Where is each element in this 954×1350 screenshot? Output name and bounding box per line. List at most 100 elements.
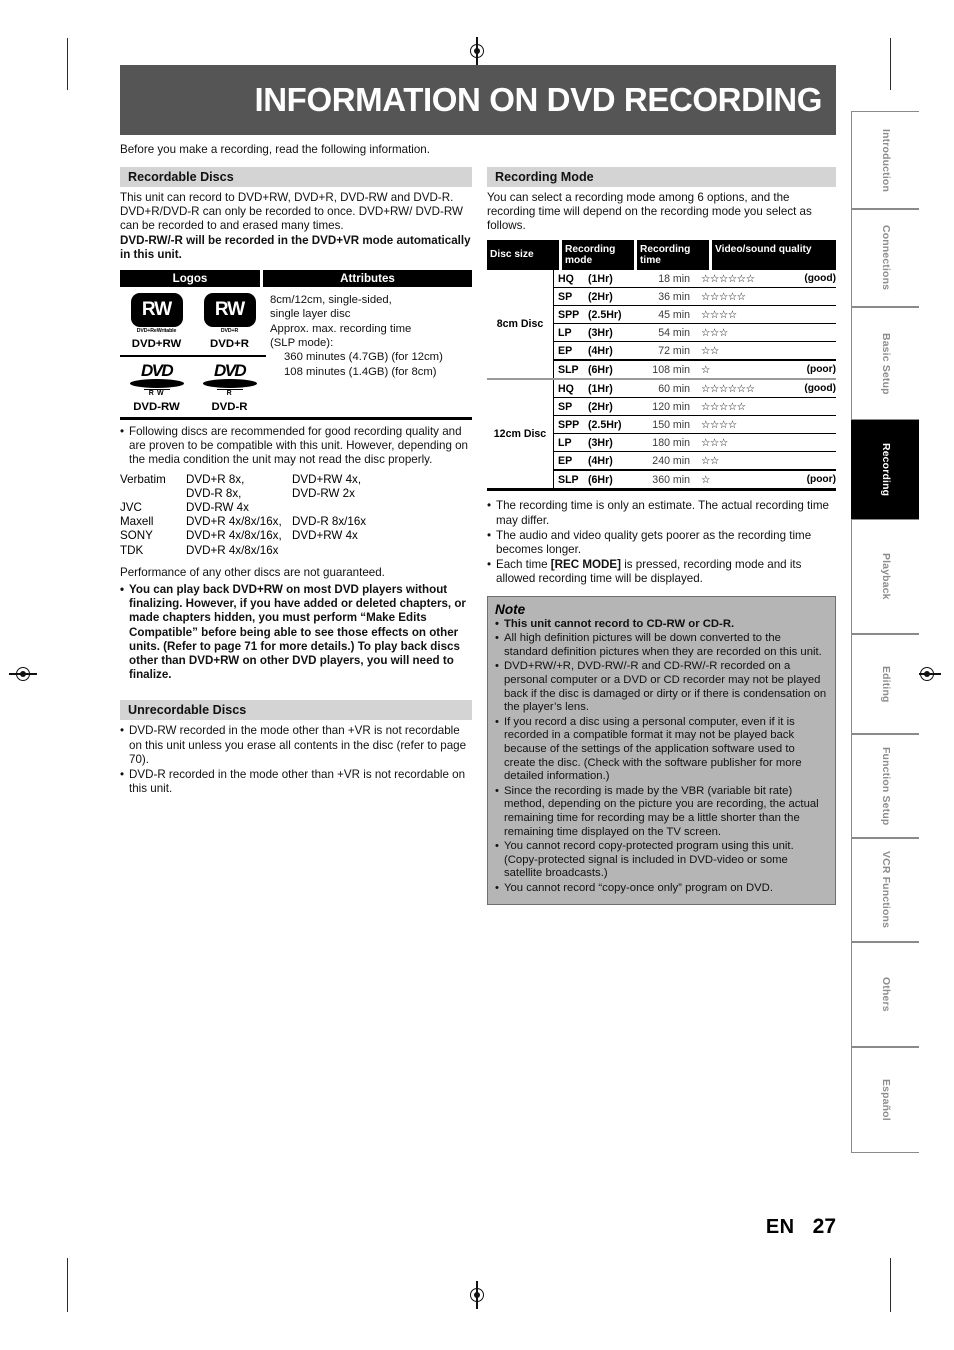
compat-media-2: DVD+RW 4x, (292, 472, 362, 486)
performance-note: Performance of any other discs are not g… (120, 565, 385, 579)
left-column: Recordable Discs This unit can record to… (120, 167, 472, 796)
note-bullet-text: This unit cannot record to CD-RW or CD-R… (504, 617, 735, 630)
mode-name: HQ (558, 382, 574, 395)
compat-media-1: DVD-RW 4x (186, 501, 249, 515)
tab-label: Introduction (880, 128, 891, 192)
tab-label: Basic Setup (880, 332, 891, 395)
rw-logo-icon: RW (203, 293, 256, 328)
registration-mark-right (913, 663, 941, 685)
recording-mode-bullet-text: Each time [REC MODE] is pressed, recordi… (496, 558, 802, 586)
page-number: 27 (812, 1215, 836, 1238)
compat-media-1: DVD+R 4x/8x/16x, (186, 529, 282, 543)
table-group-12cm: 12cm Disc HQ (1Hr) 60 min ☆☆☆☆☆☆ (good) S… (487, 380, 836, 489)
mode-hours: (6Hr) (588, 363, 613, 376)
bullet-marker: • (495, 660, 499, 673)
tab-basic-setup[interactable]: Basic Setup (851, 307, 919, 420)
tab-label: Playback (880, 553, 891, 600)
tab-introduction[interactable]: Introduction (851, 111, 919, 209)
tab-playback[interactable]: Playback (851, 519, 919, 634)
bullet-marker: • (120, 724, 125, 738)
dvd-logo-sublabel: R (216, 389, 243, 397)
recording-mode-bullet: • The audio and video quality gets poore… (487, 529, 836, 557)
time-cell: 36 min (658, 290, 690, 303)
stars-cell: ☆☆☆☆ (701, 419, 737, 431)
recording-mode-table-groups: 8cm Disc HQ (1Hr) 18 min ☆☆☆☆☆☆ (good) SP… (487, 270, 836, 492)
mode-cell: EP (4Hr) (553, 452, 630, 470)
time-cell: 60 min (658, 382, 690, 395)
stars-cell: ☆☆ (701, 345, 719, 357)
rw-logo-sublabel: DVD+R (220, 328, 239, 335)
tab-vcr-functions[interactable]: VCR Functions (851, 838, 919, 942)
dvd-logo-icon: DVD R W (128, 362, 186, 397)
tab-recording[interactable]: Recording (851, 420, 919, 519)
unrecordable-bullet-text: DVD-RW recorded in the mode other than +… (129, 724, 467, 766)
mode-hours: (2Hr) (588, 290, 613, 303)
logos-table-header: Logos Attributes (120, 270, 472, 288)
section-heading-recording-mode: Recording Mode (487, 167, 836, 187)
recording-mode-bullet: • The recording time is only an estimate… (487, 499, 836, 527)
mode-hours: (3Hr) (588, 436, 613, 449)
compat-media-2: DVD+RW 4x (292, 529, 358, 543)
mode-name: SP (558, 400, 573, 413)
note-bullet-text: If you record a disc using a personal co… (504, 715, 802, 783)
stars-cell: ☆☆☆ (701, 437, 728, 449)
rw-logo-icon: RW (130, 293, 183, 328)
mode-hours: (2.5Hr) (588, 418, 622, 431)
crop-line-top-left (67, 38, 69, 90)
unrecordable-bullet: • DVD-R recorded in the mode other than … (120, 768, 472, 796)
table-row: SLP (6Hr) 360 min ☆ (poor) (553, 471, 836, 489)
tab-espanol[interactable]: Español (851, 1047, 919, 1153)
table-row: LP (3Hr) 180 min ☆☆☆ (553, 434, 836, 453)
recommend-note-text: Following discs are recommended for good… (129, 425, 469, 467)
compat-media-1: DVD+R 4x/8x/16x (186, 543, 279, 557)
tab-editing[interactable]: Editing (851, 634, 919, 734)
mode-cell: SP (2Hr) (553, 398, 630, 416)
logo-dvd-plus-rw: RW DVD+ReWritable DVD+RW (120, 293, 193, 350)
page-title-banner: INFORMATION ON DVD RECORDING (120, 65, 836, 135)
recordable-paragraph-bold: DVD-RW/-R will be recorded in the DVD+VR… (120, 233, 471, 261)
unrecordable-bullet-text: DVD-R recorded in the mode other than +V… (129, 768, 466, 796)
header-video-sound-quality: Video/sound quality (712, 239, 836, 271)
logos-cell: RW DVD+ReWritable DVD+RW RW DVD+R DVD+R (120, 293, 266, 413)
note-title: Note (495, 601, 526, 617)
compat-media-2: DVD-R 8x/16x (292, 515, 367, 529)
tab-connections[interactable]: Connections (851, 209, 919, 307)
attributes-column-header: Attributes (263, 270, 472, 288)
logo-dvd-minus-r: DVD R DVD-R (193, 362, 266, 413)
recording-mode-bullet-text: The audio and video quality gets poorer … (496, 528, 812, 557)
chapter-tabs: Introduction Connections Basic Setup Rec… (851, 111, 919, 1153)
mode-hours: (2.5Hr) (588, 308, 622, 321)
bullet-marker: • (495, 881, 499, 894)
stars-cell: ☆☆☆☆☆ (701, 291, 746, 303)
bullet-marker: • (495, 784, 499, 797)
note-bullet: • You cannot record copy-protected progr… (495, 840, 828, 881)
mode-cell: EP (4Hr) (553, 342, 630, 360)
language-code: EN (765, 1216, 795, 1238)
logo-divider (120, 355, 266, 358)
mode-name: SPP (558, 418, 580, 431)
compat-media-1: DVD-R 8x, (186, 486, 242, 500)
logo-label: DVD+R (210, 338, 249, 351)
table-row: LP (3Hr) 54 min ☆☆☆ (553, 324, 836, 343)
table-row: EP (4Hr) 72 min ☆☆ (553, 342, 836, 362)
tab-function-setup[interactable]: Function Setup (851, 734, 919, 838)
mode-hours: (2Hr) (588, 400, 613, 413)
quality-cell: (poor) (806, 474, 836, 486)
compat-brand (120, 487, 186, 501)
mode-cell: LP (3Hr) (553, 434, 630, 452)
logo-label: DVD-RW (133, 401, 180, 414)
compatible-media-list: Verbatim DVD+R 8x, DVD+RW 4x, DVD-R 8x, … (120, 473, 472, 558)
mode-hours: (1Hr) (588, 382, 613, 395)
dvd-logo-oval (129, 379, 184, 389)
compat-brand: JVC (120, 501, 142, 515)
time-cell: 18 min (658, 272, 690, 285)
mode-cell: SPP (2.5Hr) (553, 306, 630, 324)
compat-brand: Verbatim (120, 472, 166, 486)
tab-label: VCR Functions (880, 851, 891, 929)
compat-brand: TDK (120, 543, 144, 557)
time-cell: 108 min (652, 363, 690, 376)
tab-others[interactable]: Others (851, 942, 919, 1047)
attribute-line: 108 minutes (1.4GB) (for 8cm) (284, 365, 437, 378)
mode-cell: SPP (2.5Hr) (553, 416, 630, 434)
note-bullet: • Since the recording is made by the VBR… (495, 785, 828, 839)
